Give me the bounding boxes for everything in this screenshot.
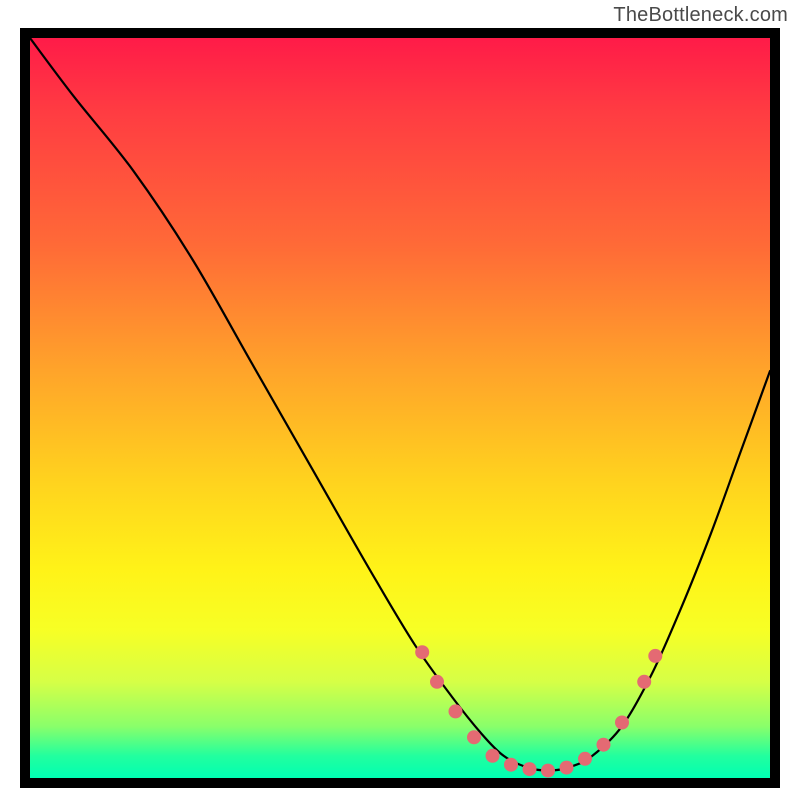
trough-marker xyxy=(523,762,537,776)
chart-stage: TheBottleneck.com xyxy=(0,0,800,800)
curve-layer xyxy=(30,38,770,778)
trough-marker xyxy=(560,761,574,775)
trough-marker xyxy=(541,764,555,778)
plot-border xyxy=(20,28,780,788)
watermark-text: TheBottleneck.com xyxy=(613,4,788,27)
trough-marker xyxy=(430,675,444,689)
gradient-background xyxy=(30,38,770,778)
trough-marker xyxy=(615,716,629,730)
trough-marker xyxy=(415,645,429,659)
trough-marker xyxy=(486,749,500,763)
trough-marker xyxy=(467,730,481,744)
trough-marker xyxy=(648,649,662,663)
trough-marker xyxy=(449,704,463,718)
trough-marker xyxy=(504,758,518,772)
trough-marker-group xyxy=(415,645,662,777)
trough-marker xyxy=(578,752,592,766)
trough-marker xyxy=(597,738,611,752)
trough-marker xyxy=(637,675,651,689)
